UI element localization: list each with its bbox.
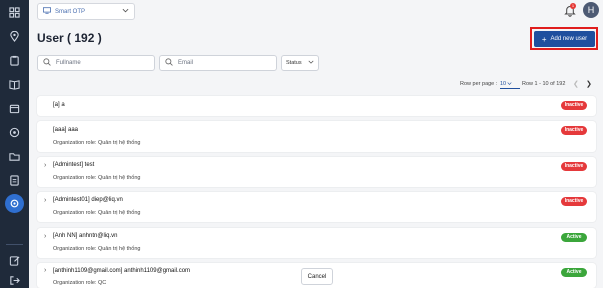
user-role: Organization role: Quản trị hệ thống bbox=[53, 246, 141, 252]
user-role: Organization role: Quản trị hệ thống bbox=[53, 140, 141, 146]
status-filter-select[interactable]: Status bbox=[281, 55, 319, 71]
shield-icon[interactable] bbox=[8, 126, 21, 139]
location-pin-icon[interactable] bbox=[8, 30, 21, 43]
edit-icon[interactable] bbox=[8, 254, 21, 267]
user-role: Organization role: Quản trị hệ thống bbox=[53, 175, 141, 181]
app-selector-value: Smart OTP bbox=[55, 8, 86, 15]
sidebar bbox=[0, 0, 29, 288]
page-title: User ( 192 ) bbox=[37, 31, 102, 45]
user-name: [a] a bbox=[53, 102, 65, 108]
book-icon[interactable] bbox=[8, 78, 21, 91]
plus-icon: + bbox=[541, 34, 547, 44]
status-badge: Inactive bbox=[561, 197, 587, 206]
sidebar-divider bbox=[6, 244, 23, 245]
add-new-user-label: Add new user bbox=[550, 36, 588, 42]
email-placeholder: Email bbox=[178, 60, 194, 66]
status-badge: Active bbox=[561, 268, 587, 277]
settings-icon[interactable] bbox=[5, 194, 24, 213]
app-selector[interactable]: Smart OTP bbox=[37, 3, 135, 20]
user-name: [Anh NN] anhntn@liq.vn bbox=[53, 233, 118, 239]
rows-per-page-select[interactable]: 10 bbox=[500, 79, 520, 89]
expand-chevron-icon[interactable]: › bbox=[44, 197, 46, 204]
document-icon[interactable] bbox=[8, 174, 21, 187]
monitor-icon bbox=[43, 7, 51, 16]
add-new-user-button[interactable]: + Add new user bbox=[534, 31, 595, 47]
search-icon bbox=[165, 58, 173, 68]
chevron-down-icon bbox=[507, 81, 512, 87]
user-row[interactable]: › [Admintest] test Organization role: Qu… bbox=[37, 157, 596, 187]
expand-chevron-icon[interactable]: › bbox=[44, 233, 46, 240]
user-role: Organization role: Quản trị hệ thống bbox=[53, 210, 141, 216]
chevron-down-icon bbox=[308, 60, 314, 66]
email-search-input[interactable]: Email bbox=[159, 55, 277, 71]
fullname-placeholder: Fullname bbox=[56, 60, 81, 66]
logout-icon[interactable] bbox=[8, 274, 21, 287]
rows-per-page-value: 10 bbox=[500, 80, 507, 87]
user-name: [anthinh1109@gmail.com] anthinh1109@gmai… bbox=[53, 268, 191, 274]
user-row[interactable]: › [Anh NN] anhntn@liq.vn Organization ro… bbox=[37, 228, 596, 258]
clipboard-icon[interactable] bbox=[8, 54, 21, 67]
status-badge: Inactive bbox=[561, 162, 587, 171]
status-badge: Active bbox=[561, 233, 587, 242]
user-name: [Admintest] test bbox=[53, 162, 95, 168]
search-icon bbox=[43, 58, 51, 68]
expand-chevron-icon[interactable]: › bbox=[44, 162, 46, 169]
rows-per-page-label: Row per page : bbox=[460, 81, 498, 87]
pagination-range: Row 1 - 10 of 192 bbox=[522, 81, 566, 87]
status-badge: Inactive bbox=[561, 126, 587, 135]
user-role: Organization role: QC bbox=[53, 280, 107, 286]
status-badge: Inactive bbox=[561, 101, 587, 110]
grid-icon[interactable] bbox=[8, 6, 21, 19]
folder-icon[interactable] bbox=[8, 150, 21, 163]
user-name: [Admintest01] diep@liq.vn bbox=[53, 197, 123, 203]
prev-page-icon[interactable]: ❮ bbox=[573, 80, 579, 88]
chevron-down-icon bbox=[122, 8, 129, 15]
expand-chevron-icon[interactable]: › bbox=[44, 267, 46, 274]
status-filter-label: Status bbox=[286, 60, 302, 66]
user-row[interactable]: [a] a Inactive bbox=[37, 96, 596, 116]
avatar[interactable]: H bbox=[583, 2, 599, 18]
calendar-icon[interactable] bbox=[8, 102, 21, 115]
cancel-label: Cancel bbox=[307, 273, 327, 280]
next-page-icon[interactable]: ❯ bbox=[586, 80, 592, 88]
notification-badge: 1 bbox=[570, 3, 576, 9]
user-row[interactable]: [aaa] aaa Organization role: Quản trị hệ… bbox=[37, 121, 596, 152]
user-name: [aaa] aaa bbox=[53, 127, 79, 133]
cancel-button[interactable]: Cancel bbox=[301, 268, 333, 285]
fullname-search-input[interactable]: Fullname bbox=[37, 55, 155, 71]
user-row[interactable]: › [Admintest01] diep@liq.vn Organization… bbox=[37, 192, 596, 222]
